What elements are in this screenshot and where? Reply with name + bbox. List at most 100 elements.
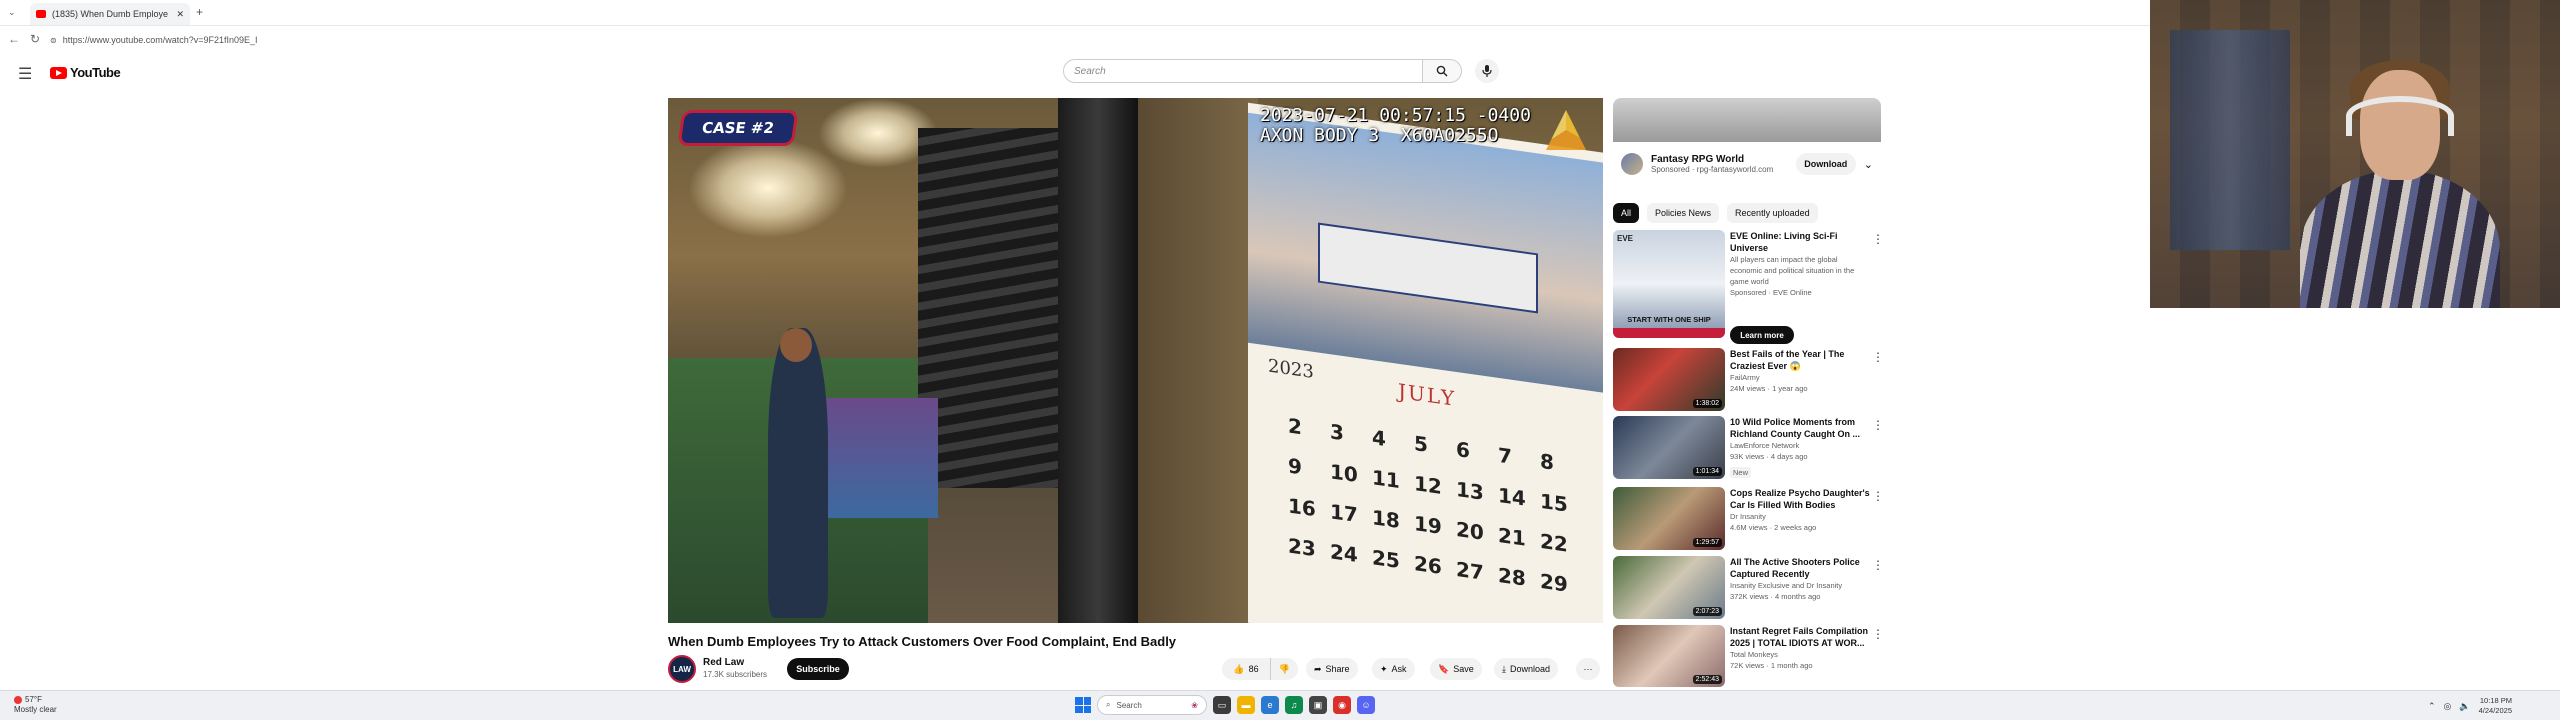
windows-start-icon[interactable]	[1075, 697, 1091, 713]
recommendation-channel[interactable]: Total Monkeys	[1730, 649, 1870, 660]
more-actions-button[interactable]: ···	[1576, 658, 1600, 680]
network-icon[interactable]: ◎	[2444, 701, 2452, 712]
recommendation-title[interactable]: Instant Regret Fails Compilation 2025 | …	[1730, 625, 1870, 649]
youtube-favicon-icon	[36, 10, 46, 18]
calendar-day: 12	[1414, 471, 1442, 499]
browser-tab-active[interactable]: (1835) When Dumb Employe ✕	[30, 3, 190, 25]
weather-desc: Mostly clear	[14, 705, 57, 714]
video-thumbnail[interactable]: 1:01:34	[1613, 416, 1725, 479]
recommendation-channel[interactable]: LawEnforce Network	[1730, 440, 1870, 451]
close-tab-icon[interactable]: ✕	[176, 9, 184, 20]
video-thumbnail[interactable]: 1:29:57	[1613, 487, 1725, 550]
recommendation-item[interactable]: 2:07:23 All The Active Shooters Police C…	[1613, 556, 1888, 622]
taskbar-search[interactable]: ⌕ Search ❀	[1097, 695, 1207, 715]
terminal-icon[interactable]: ▣	[1309, 696, 1327, 714]
calendar-day: 19	[1414, 511, 1442, 539]
like-button[interactable]: 👍 86	[1222, 658, 1270, 680]
more-options-icon[interactable]: ⋮	[1872, 232, 1884, 246]
more-options-icon[interactable]: ⋮	[1872, 627, 1884, 641]
menu-icon[interactable]: ☰	[18, 64, 32, 84]
tab-title: (1835) When Dumb Employe	[52, 9, 169, 19]
youtube-logo[interactable]: YouTube	[50, 65, 121, 80]
calendar-year: 2023	[1268, 355, 1314, 383]
save-label: Save	[1453, 664, 1474, 674]
back-icon[interactable]: ←	[8, 32, 20, 46]
video-thumbnail[interactable]: EVE START WITH ONE SHIP	[1613, 230, 1725, 338]
url-field[interactable]: ⊜ https://www.youtube.com/watch?v=9F21fI…	[50, 32, 470, 48]
recommendation-channel[interactable]: Dr Insanity	[1730, 511, 1870, 522]
video-thumbnail[interactable]: 2:52:43	[1613, 625, 1725, 687]
video-thumbnail[interactable]: 2:07:23	[1613, 556, 1725, 619]
taskbar-search-label: Search	[1116, 700, 1142, 710]
more-options-icon[interactable]: ⋮	[1872, 558, 1884, 572]
recommendation-title[interactable]: Cops Realize Psycho Daughter's Car Is Fi…	[1730, 487, 1870, 511]
calendar-day: 20	[1456, 516, 1484, 545]
video-thumbnail[interactable]: 1:38:02	[1613, 348, 1725, 411]
new-tab-icon[interactable]: +	[196, 5, 203, 19]
share-button[interactable]: ➦ Share	[1306, 658, 1358, 680]
weather-temp: 57°F	[25, 695, 42, 704]
spotify-icon[interactable]: ♫	[1285, 696, 1303, 714]
discord-icon[interactable]: ☺	[1357, 696, 1375, 714]
chip-policies-news[interactable]: Policies News	[1647, 203, 1720, 223]
calendar-day: 26	[1414, 551, 1442, 579]
subscribe-button[interactable]: Subscribe	[787, 658, 849, 680]
advertiser-avatar[interactable]	[1621, 153, 1643, 175]
recommendation-title[interactable]: All The Active Shooters Police Captured …	[1730, 556, 1870, 580]
advertiser-name[interactable]: Fantasy RPG World	[1651, 154, 1773, 165]
volume-icon[interactable]: 🔈	[2459, 701, 2470, 712]
address-bar: ← ↻ ⊜ https://www.youtube.com/watch?v=9F…	[0, 26, 2150, 52]
calendar-day: 18	[1372, 505, 1400, 534]
ad-download-button[interactable]: Download	[1795, 153, 1856, 175]
channel-subscribers: 17.3K subscribers	[703, 670, 768, 679]
chip-recently-uploaded[interactable]: Recently uploaded	[1727, 203, 1818, 223]
download-button[interactable]: ⤓ Download	[1494, 658, 1559, 680]
chip-all[interactable]: All	[1613, 203, 1640, 223]
clock[interactable]: 10:18 PM 4/24/2025	[2479, 696, 2512, 716]
tab-list-chevron-icon[interactable]: ⌄	[8, 7, 16, 18]
ask-button[interactable]: ✦ Ask	[1372, 658, 1415, 680]
chevron-down-icon[interactable]: ⌄	[1864, 158, 1873, 171]
like-count: 86	[1248, 664, 1259, 674]
chrome-browser-icon[interactable]: ◉	[1333, 696, 1351, 714]
site-info-icon[interactable]: ⊜	[50, 36, 57, 45]
recommendation-channel[interactable]: FailArmy	[1730, 372, 1870, 383]
search-input[interactable]: Search	[1063, 59, 1423, 83]
voice-search-button[interactable]	[1475, 59, 1499, 83]
more-options-icon[interactable]: ⋮	[1872, 489, 1884, 503]
recommendation-title[interactable]: Best Fails of the Year | The Craziest Ev…	[1730, 348, 1870, 372]
file-explorer-icon[interactable]: ▬	[1237, 696, 1255, 714]
reload-icon[interactable]: ↻	[30, 32, 40, 46]
tray-chevron-icon[interactable]: ⌃	[2428, 701, 2436, 712]
more-options-icon[interactable]: ⋮	[1872, 418, 1884, 432]
thumbs-down-icon: 👎	[1278, 663, 1291, 674]
microphone-icon	[1482, 65, 1492, 77]
recommendation-item[interactable]: 1:29:57 Cops Realize Psycho Daughter's C…	[1613, 487, 1888, 553]
recommendation-ad[interactable]: EVE START WITH ONE SHIP EVE Online: Livi…	[1613, 230, 1888, 344]
learn-more-button[interactable]: Learn more	[1730, 326, 1794, 344]
edge-browser-icon[interactable]: e	[1261, 696, 1279, 714]
recommendation-title[interactable]: EVE Online: Living Sci-Fi Universe	[1730, 230, 1870, 254]
channel-name[interactable]: Red Law	[703, 657, 744, 668]
ad-banner[interactable]	[1613, 98, 1881, 142]
video-duration: 2:07:23	[1692, 607, 1722, 616]
dislike-button[interactable]: 👎	[1270, 658, 1298, 680]
more-options-icon[interactable]: ⋮	[1872, 350, 1884, 364]
case-badge: CASE #2	[677, 110, 799, 146]
video-player[interactable]: 2023 JULY 2 3 4 5 6 7 8 9 10 11 12 13 14 15 16 17 18 19 20…	[668, 98, 1603, 623]
recommendation-meta: Sponsored · EVE Online	[1730, 288, 1812, 297]
save-button[interactable]: 🔖 Save	[1430, 658, 1482, 680]
recommendation-title[interactable]: 10 Wild Police Moments from Richland Cou…	[1730, 416, 1870, 440]
calendar-day: 8	[1540, 448, 1554, 475]
recommendation-item[interactable]: 1:01:34 10 Wild Police Moments from Rich…	[1613, 416, 1888, 482]
search-button[interactable]	[1422, 59, 1462, 83]
calendar-day: 15	[1540, 488, 1568, 517]
task-view-icon[interactable]: ▭	[1213, 696, 1231, 714]
recommendation-channel[interactable]: Insanity Exclusive and Dr Insanity	[1730, 580, 1870, 591]
video-title: When Dumb Employees Try to Attack Custom…	[668, 634, 1177, 649]
recommendation-item[interactable]: 1:38:02 Best Fails of the Year | The Cra…	[1613, 348, 1888, 414]
calendar-day: 17	[1330, 499, 1358, 528]
channel-avatar[interactable]: LAW	[668, 655, 696, 683]
weather-widget[interactable]: 57°F Mostly clear	[14, 695, 57, 715]
recommendation-item[interactable]: 2:52:43 Instant Regret Fails Compilation…	[1613, 625, 1888, 687]
